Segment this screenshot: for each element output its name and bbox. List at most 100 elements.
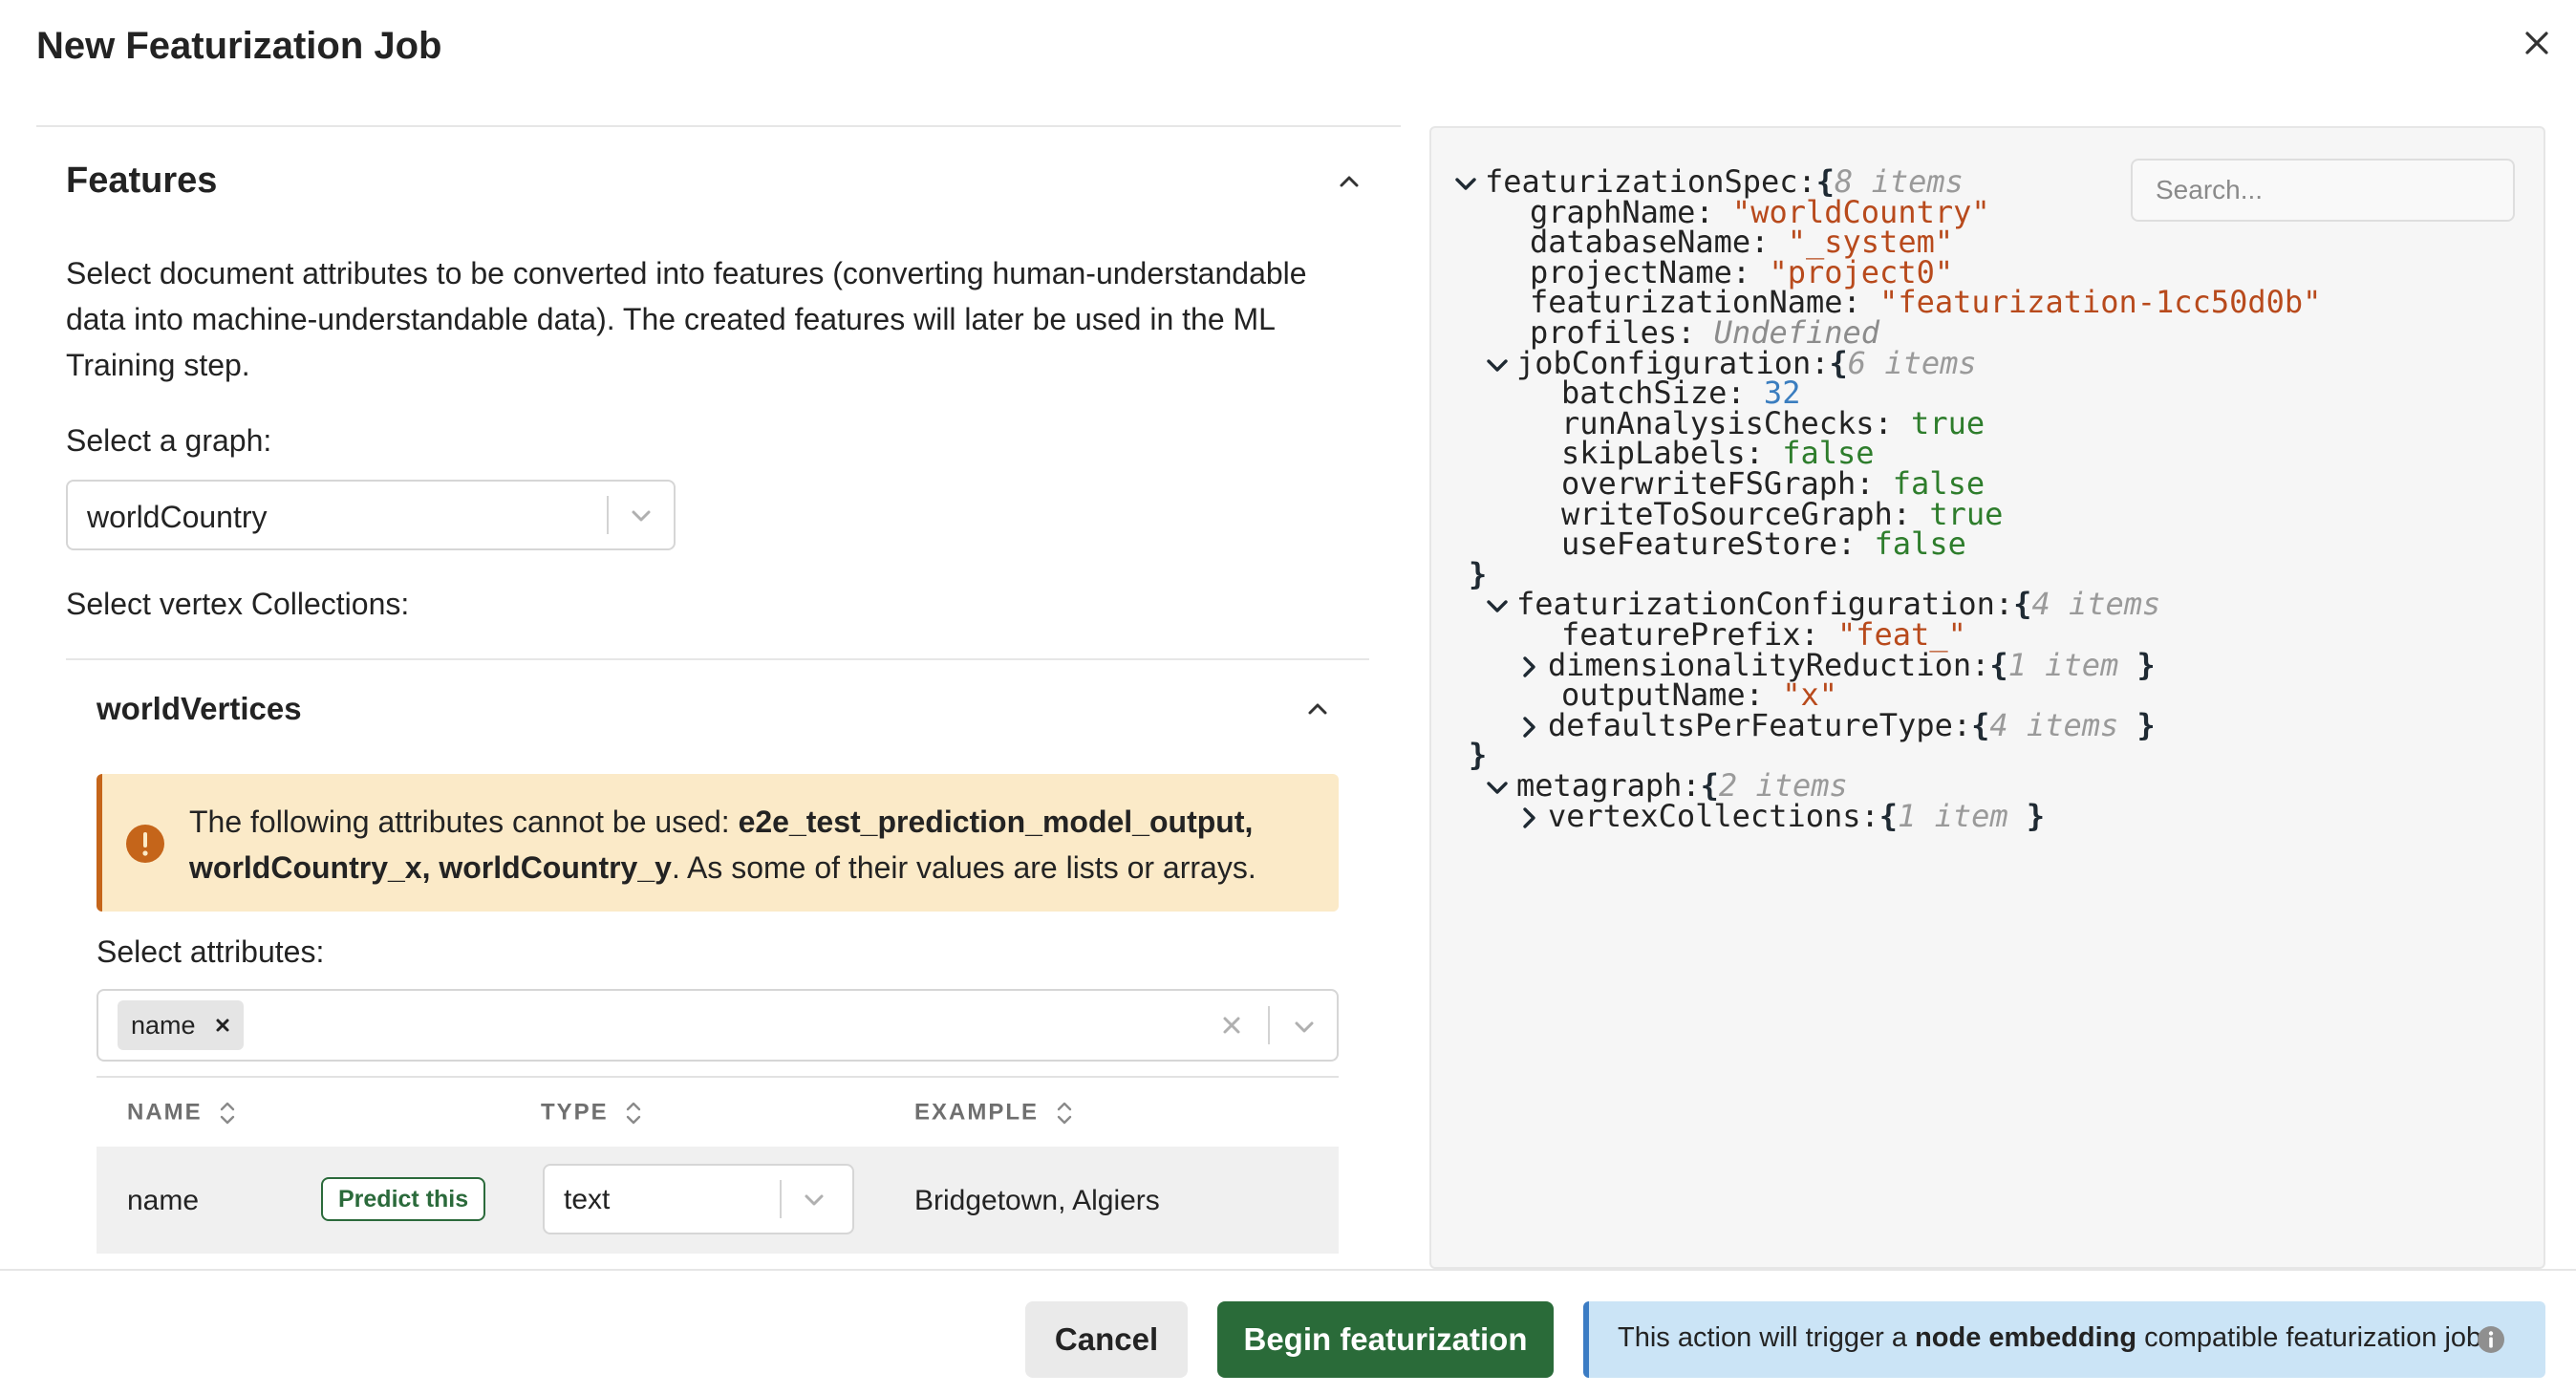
json-item-count: 4 items: [2031, 586, 2161, 623]
chevron-down-icon[interactable]: [1450, 168, 1481, 199]
json-item-count: 4 items: [1989, 706, 2119, 743]
info-circle-icon[interactable]: [2476, 1324, 2506, 1355]
json-space: [1856, 526, 1874, 562]
json-brace: }: [2136, 706, 2156, 743]
collection-title: worldVertices: [97, 691, 302, 726]
json-item-count: 6 items: [1847, 344, 1977, 381]
sort-icon: [1057, 1102, 1071, 1125]
json-brace: }: [2136, 646, 2156, 683]
json-brace: {: [1829, 344, 1848, 381]
type-select-value: text: [564, 1184, 611, 1215]
json-item-count: 1 item: [1898, 797, 2008, 834]
json-colon: :: [1971, 646, 1990, 683]
json-item-count: 1 item: [2007, 646, 2119, 683]
chevron-up-icon: [1308, 703, 1327, 715]
close-button[interactable]: [2513, 19, 2561, 67]
features-collapse-button[interactable]: [1332, 164, 1366, 199]
info-text: This action will trigger a node embeddin…: [1618, 1322, 2489, 1354]
type-select[interactable]: text: [543, 1164, 854, 1234]
graph-select-value: worldCountry: [87, 500, 268, 534]
column-header-example[interactable]: EXAMPLE: [914, 1099, 1074, 1127]
json-value: false: [1874, 526, 1966, 563]
select-separator: [607, 496, 609, 534]
column-header-label: TYPE: [541, 1099, 609, 1126]
chevron-right-icon[interactable]: [1513, 712, 1544, 742]
json-brace: }: [1469, 555, 1488, 592]
json-colon: :: [1994, 586, 2014, 623]
close-icon: [2525, 32, 2548, 54]
json-line[interactable]: vertexCollections:{1 item }: [1548, 797, 2045, 835]
json-closing-brace: }: [1469, 555, 1487, 593]
select-separator: [1268, 1006, 1270, 1044]
attribute-chip: name: [118, 1000, 244, 1050]
chevron-right-icon[interactable]: [1513, 652, 1544, 682]
json-closing-brace: }: [1469, 736, 1487, 774]
json-line: useFeatureStore: false: [1561, 525, 1966, 563]
chevron-down-icon[interactable]: [1289, 1012, 1320, 1042]
json-key: useFeatureStore: [1561, 526, 1837, 563]
cell-name: name: [127, 1185, 200, 1216]
sort-icon: [627, 1102, 641, 1125]
cancel-button[interactable]: Cancel: [1025, 1301, 1188, 1378]
json-space: [2118, 707, 2136, 743]
warning-suffix: . As some of their values are lists or a…: [671, 850, 1256, 885]
header-divider: [36, 125, 1401, 127]
json-value: true: [1911, 404, 1986, 441]
graph-select[interactable]: worldCountry: [66, 480, 676, 550]
json-space: [2008, 798, 2027, 834]
json-viewer[interactable]: featurizationSpec:{8 itemsgraphName: "wo…: [1429, 126, 2545, 1269]
info-banner: This action will trigger a node embeddin…: [1583, 1301, 2545, 1378]
json-key: vertexCollections: [1548, 797, 1861, 834]
table-divider: [97, 1076, 1339, 1078]
json-colon: :: [1860, 797, 1879, 834]
json-key: defaultsPerFeatureType: [1548, 706, 1953, 743]
json-brace: {: [2013, 586, 2032, 623]
chevron-down-icon[interactable]: [1482, 350, 1513, 380]
json-space: [1893, 405, 1911, 441]
warning-alert: The following attributes cannot be used:…: [97, 774, 1339, 912]
cell-example: Bridgetown, Algiers: [914, 1185, 1160, 1216]
chevron-right-icon[interactable]: [1513, 803, 1544, 833]
json-value: "featurization-1cc50d0b": [1879, 284, 2322, 321]
column-header-type[interactable]: TYPE: [541, 1099, 643, 1127]
chip-remove-icon[interactable]: [209, 1012, 236, 1039]
info-emphasis: node embedding: [1915, 1322, 2137, 1353]
features-heading: Features: [66, 161, 218, 201]
select-separator: [780, 1180, 782, 1218]
json-colon: :: [1874, 404, 1893, 441]
vertex-collections-label: Select vertex Collections:: [66, 587, 410, 621]
json-brace: }: [2026, 797, 2046, 834]
predict-this-button[interactable]: Predict this: [321, 1177, 486, 1221]
begin-featurization-button[interactable]: Begin featurization: [1217, 1301, 1554, 1378]
exclamation-circle-icon: [126, 825, 164, 863]
chevron-down-icon: [805, 1194, 824, 1206]
table-row: name Predict this text Bridgetown, Algie…: [97, 1147, 1339, 1254]
attributes-multiselect[interactable]: name: [97, 989, 1339, 1062]
footer-divider: [0, 1269, 2576, 1271]
json-search-input[interactable]: [2131, 159, 2515, 222]
json-colon: :: [1952, 706, 1972, 743]
chevron-up-icon: [1340, 176, 1359, 187]
chevron-down-icon[interactable]: [1482, 590, 1513, 621]
features-description: Select document attributes to be convert…: [66, 256, 1307, 382]
clear-icon[interactable]: [1216, 1010, 1247, 1041]
chevron-down-icon[interactable]: [1482, 772, 1513, 803]
section-divider: [66, 658, 1369, 660]
warning-text: The following attributes cannot be used:…: [189, 799, 1326, 891]
collection-collapse-button[interactable]: [1300, 692, 1335, 726]
column-header-label: EXAMPLE: [914, 1099, 1040, 1126]
warning-prefix: The following attributes cannot be used:: [189, 805, 739, 839]
sort-icon: [221, 1102, 235, 1125]
json-line[interactable]: defaultsPerFeatureType:{4 items }: [1548, 706, 2156, 744]
json-brace: {: [1878, 797, 1899, 834]
column-header-name[interactable]: NAME: [127, 1099, 237, 1127]
info-suffix: compatible featurization job.: [2136, 1322, 2490, 1353]
json-colon: :: [1836, 526, 1857, 563]
json-space: [2118, 647, 2136, 683]
graph-select-label: Select a graph:: [66, 423, 272, 458]
json-brace: }: [1469, 737, 1488, 774]
attributes-select-label: Select attributes:: [97, 934, 325, 969]
json-brace: {: [1971, 706, 1990, 743]
info-prefix: This action will trigger a: [1618, 1322, 1916, 1353]
attribute-chip-label: name: [131, 1011, 196, 1040]
